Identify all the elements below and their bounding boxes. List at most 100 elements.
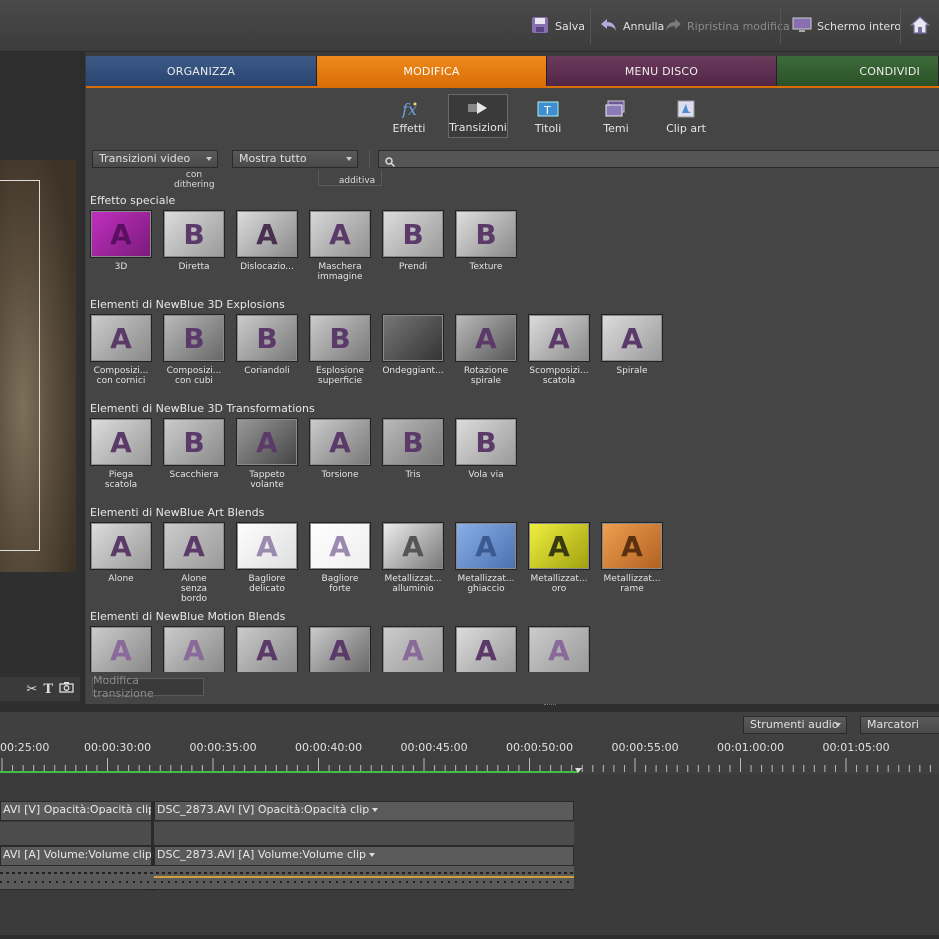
audio-clip-right[interactable]: DSC_2873.AVI [A] Volume:Volume clip [154, 846, 574, 866]
chevron-down-icon [206, 157, 212, 161]
category-dropdown-value: Transizioni video [99, 152, 191, 165]
transition-thumbnail: A [163, 626, 225, 672]
video-clip-right[interactable]: DSC_2873.AVI [V] Opacità:Opacità clip [154, 801, 574, 821]
transition-item[interactable]: A Tappeto volante [236, 418, 300, 490]
undo-button[interactable]: Annulla [600, 12, 664, 40]
transitions-label: Transizioni [449, 121, 507, 134]
audio-tools-dropdown[interactable]: Strumenti audio [743, 716, 847, 734]
home-button[interactable] [909, 12, 931, 40]
transitions-gallery[interactable]: con dithering additiva Effetto speciale A… [86, 170, 939, 672]
transition-thumbnail [382, 314, 444, 362]
transition-item[interactable]: A [163, 626, 227, 672]
transition-label: Ondeggiant... [382, 366, 444, 376]
transition-item[interactable]: A Metallizzat... oro [528, 522, 592, 594]
category-dropdown[interactable]: Transizioni video [92, 150, 218, 168]
transition-item[interactable]: A Rotazione spirale [455, 314, 519, 386]
transition-item[interactable]: B Vola via [455, 418, 519, 480]
transition-thumbnail: A [90, 210, 152, 258]
subtab-transitions[interactable]: Transizioni [448, 94, 508, 138]
markers-dropdown[interactable]: Marcatori [860, 716, 939, 734]
subtab-themes[interactable]: Temi [596, 94, 636, 138]
transition-item[interactable]: A Composizi... con cornici [90, 314, 154, 386]
transition-item[interactable]: A Bagliore forte [309, 522, 373, 594]
transition-item[interactable]: B Composizi... con cubi [163, 314, 227, 386]
transition-item[interactable]: B Diretta [163, 210, 227, 272]
fullscreen-button[interactable]: Schermo intero [792, 12, 901, 40]
transition-item[interactable]: A Scomposizi... scatola [528, 314, 592, 386]
show-dropdown-value: Mostra tutto [239, 152, 307, 165]
transition-item[interactable]: B Scacchiera [163, 418, 227, 480]
video-clip-left[interactable]: AVI [V] Opacità:Opacità clip [0, 801, 152, 821]
transition-item[interactable]: B Prendi [382, 210, 446, 272]
effects-label: Effetti [392, 122, 426, 135]
redo-label: Ripristina modifica [687, 19, 790, 33]
svg-text:T: T [543, 104, 551, 117]
video-track-body[interactable] [0, 822, 574, 846]
transition-item[interactable]: A [455, 626, 519, 672]
timeline-toolbar: Strumenti audio Marcatori [0, 712, 939, 738]
transition-item[interactable]: B Texture [455, 210, 519, 272]
workspace-tabs: ORGANIZZA MODIFICA MENU DISCO CONDIVIDI [86, 56, 939, 86]
tab-share[interactable]: CONDIVIDI [777, 56, 939, 86]
transition-item[interactable]: A Piega scatola [90, 418, 154, 490]
save-button[interactable]: Salva [530, 12, 585, 40]
transition-item[interactable]: A Dislocazio... [236, 210, 300, 272]
horizontal-splitter[interactable] [0, 704, 939, 712]
transition-item[interactable]: A Maschera immagine [309, 210, 373, 282]
transition-thumbnail: A [309, 626, 371, 672]
subtab-effects[interactable]: fx Effetti [388, 94, 430, 138]
transition-item[interactable]: B Coriandoli [236, 314, 300, 376]
titles-icon: T [537, 100, 559, 118]
transition-item[interactable]: A Bagliore delicato [236, 522, 300, 594]
show-dropdown[interactable]: Mostra tutto [232, 150, 358, 168]
transition-label: Esplosione superficie [315, 366, 365, 386]
tab-edit[interactable]: MODIFICA [317, 56, 547, 86]
transition-item[interactable]: A [236, 626, 300, 672]
time-ruler[interactable]: 00:25:00 00:00:30:00 00:00:35:00 00:00:40:0… [0, 738, 939, 774]
undo-label: Annulla [623, 19, 665, 33]
vertical-splitter[interactable] [80, 52, 85, 704]
transition-item[interactable]: B Esplosione superficie [309, 314, 373, 386]
transition-item[interactable]: A [382, 626, 446, 672]
subtab-clipart[interactable]: Clip art [664, 94, 708, 138]
modify-transition-button[interactable]: Modifica transizione [92, 674, 204, 700]
toolbar-divider [780, 8, 781, 44]
transition-item[interactable]: A 3D [90, 210, 154, 272]
transition-label: Composizi... con cubi [166, 366, 222, 386]
save-label: Salva [555, 19, 586, 33]
tab-organize[interactable]: ORGANIZZA [86, 56, 317, 86]
transition-thumbnail: B [455, 418, 517, 466]
transition-item[interactable]: B Tris [382, 418, 446, 480]
video-preview[interactable] [0, 160, 76, 572]
search-input[interactable] [378, 150, 939, 168]
transition-item[interactable]: Ondeggiant... [382, 314, 446, 376]
subtab-titles[interactable]: T Titoli [528, 94, 568, 138]
transition-item[interactable]: A Alone [90, 522, 154, 584]
redo-button[interactable]: Ripristina modifica [664, 12, 790, 40]
audio-clip-left[interactable]: AVI [A] Volume:Volume clip [0, 846, 152, 866]
scissors-icon[interactable]: ✂ [26, 682, 37, 697]
transition-item[interactable]: A Metallizzat... ghiaccio [455, 522, 519, 594]
transition-item[interactable]: A Spirale [601, 314, 665, 376]
transition-thumbnail: A [236, 210, 298, 258]
transition-label: Metallizzat... alluminio [384, 574, 442, 594]
transition-item[interactable]: A Alone senza bordo [163, 522, 227, 604]
transition-item[interactable]: A Torsione [309, 418, 373, 480]
transition-item[interactable]: A Metallizzat... rame [601, 522, 665, 594]
transition-item[interactable]: A [528, 626, 592, 672]
chevron-down-icon [368, 853, 375, 857]
transition-item[interactable]: A Metallizzat... alluminio [382, 522, 446, 594]
camera-icon[interactable] [59, 681, 74, 697]
transition-thumbnail: A [163, 522, 225, 570]
transition-thumbnail: A [90, 626, 152, 672]
transition-thumbnail: B [236, 314, 298, 362]
transition-item[interactable]: A [90, 626, 154, 672]
tab-disc-menu[interactable]: MENU DISCO [547, 56, 777, 86]
transition-item[interactable]: A [309, 626, 373, 672]
transition-thumbnail: A [601, 314, 663, 362]
save-icon [530, 15, 550, 38]
transition-thumbnail: A [528, 626, 590, 672]
timeline-scrollbar[interactable] [0, 935, 939, 939]
text-tool-icon[interactable]: T [43, 682, 53, 697]
transition-thumbnail: B [163, 418, 225, 466]
